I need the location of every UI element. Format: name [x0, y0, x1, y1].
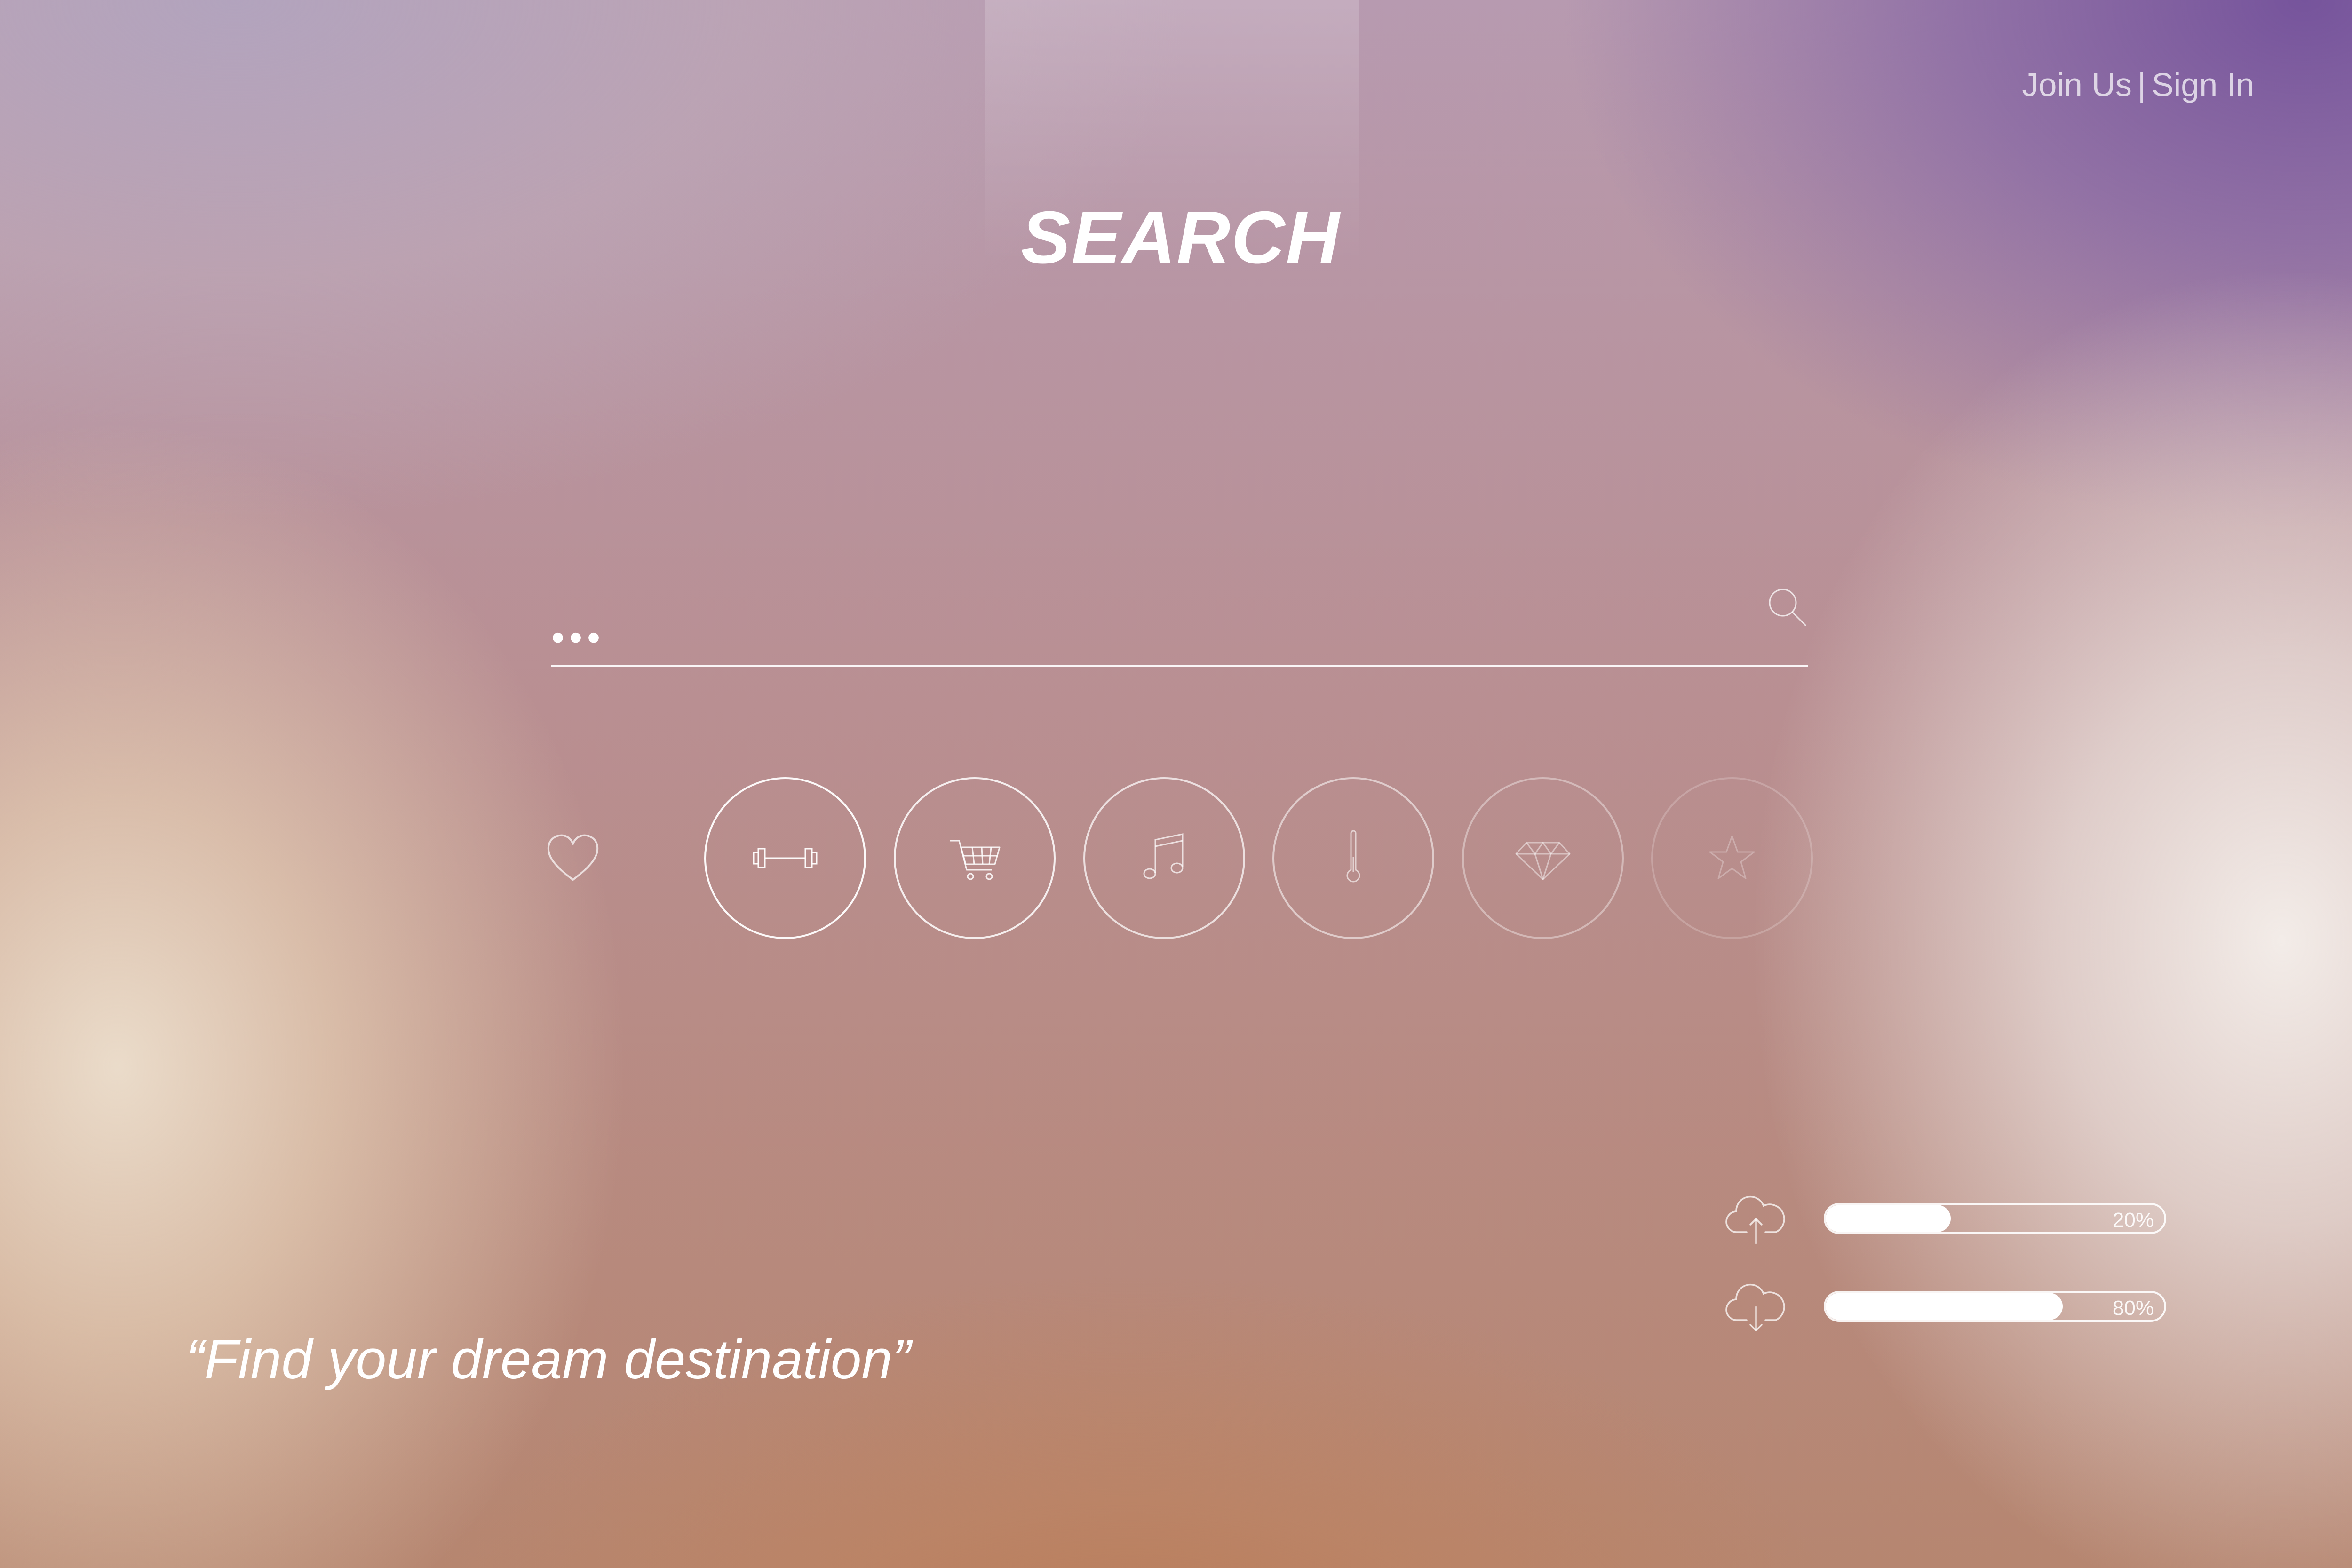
category-fitness-button[interactable]	[704, 777, 866, 939]
dumbbell-icon	[753, 848, 818, 868]
auth-separator: |	[2137, 66, 2146, 103]
download-progress-bar: 80%	[1824, 1291, 2166, 1322]
shopping-cart-icon	[950, 840, 1001, 880]
category-favorites-button[interactable]	[1651, 777, 1813, 939]
upload-progress: 20%	[1724, 1193, 2171, 1244]
join-us-link[interactable]: Join Us	[2022, 66, 2131, 103]
music-note-icon	[1143, 833, 1184, 879]
download-progress: 80%	[1724, 1281, 2171, 1332]
sign-in-link[interactable]: Sign In	[2152, 66, 2254, 103]
category-music-button[interactable]	[1083, 777, 1245, 939]
download-progress-label: 80%	[2112, 1297, 2154, 1320]
star-icon	[1709, 835, 1755, 879]
cloud-download-icon	[1725, 1283, 1785, 1331]
auth-links: Join Us | Sign In	[2022, 66, 2254, 103]
tagline-quote: “Find your dream destination”	[186, 1329, 911, 1391]
upload-progress-fill	[1826, 1205, 1951, 1232]
search-icon[interactable]	[1766, 586, 1808, 628]
page-title: SEARCH	[1021, 196, 1341, 279]
diamond-icon	[1515, 842, 1571, 880]
heart-icon[interactable]	[545, 833, 601, 884]
category-shopping-button[interactable]	[894, 777, 1056, 939]
search-underline	[551, 665, 1808, 667]
category-luxury-button[interactable]	[1462, 777, 1624, 939]
search-bar	[551, 586, 1808, 670]
thermometer-icon	[1346, 830, 1360, 883]
download-progress-fill	[1826, 1293, 2063, 1320]
search-input[interactable]	[551, 614, 1727, 661]
upload-progress-bar: 20%	[1824, 1203, 2166, 1234]
upload-progress-label: 20%	[2112, 1209, 2154, 1232]
category-weather-button[interactable]	[1272, 777, 1434, 939]
cloud-upload-icon	[1725, 1195, 1785, 1244]
